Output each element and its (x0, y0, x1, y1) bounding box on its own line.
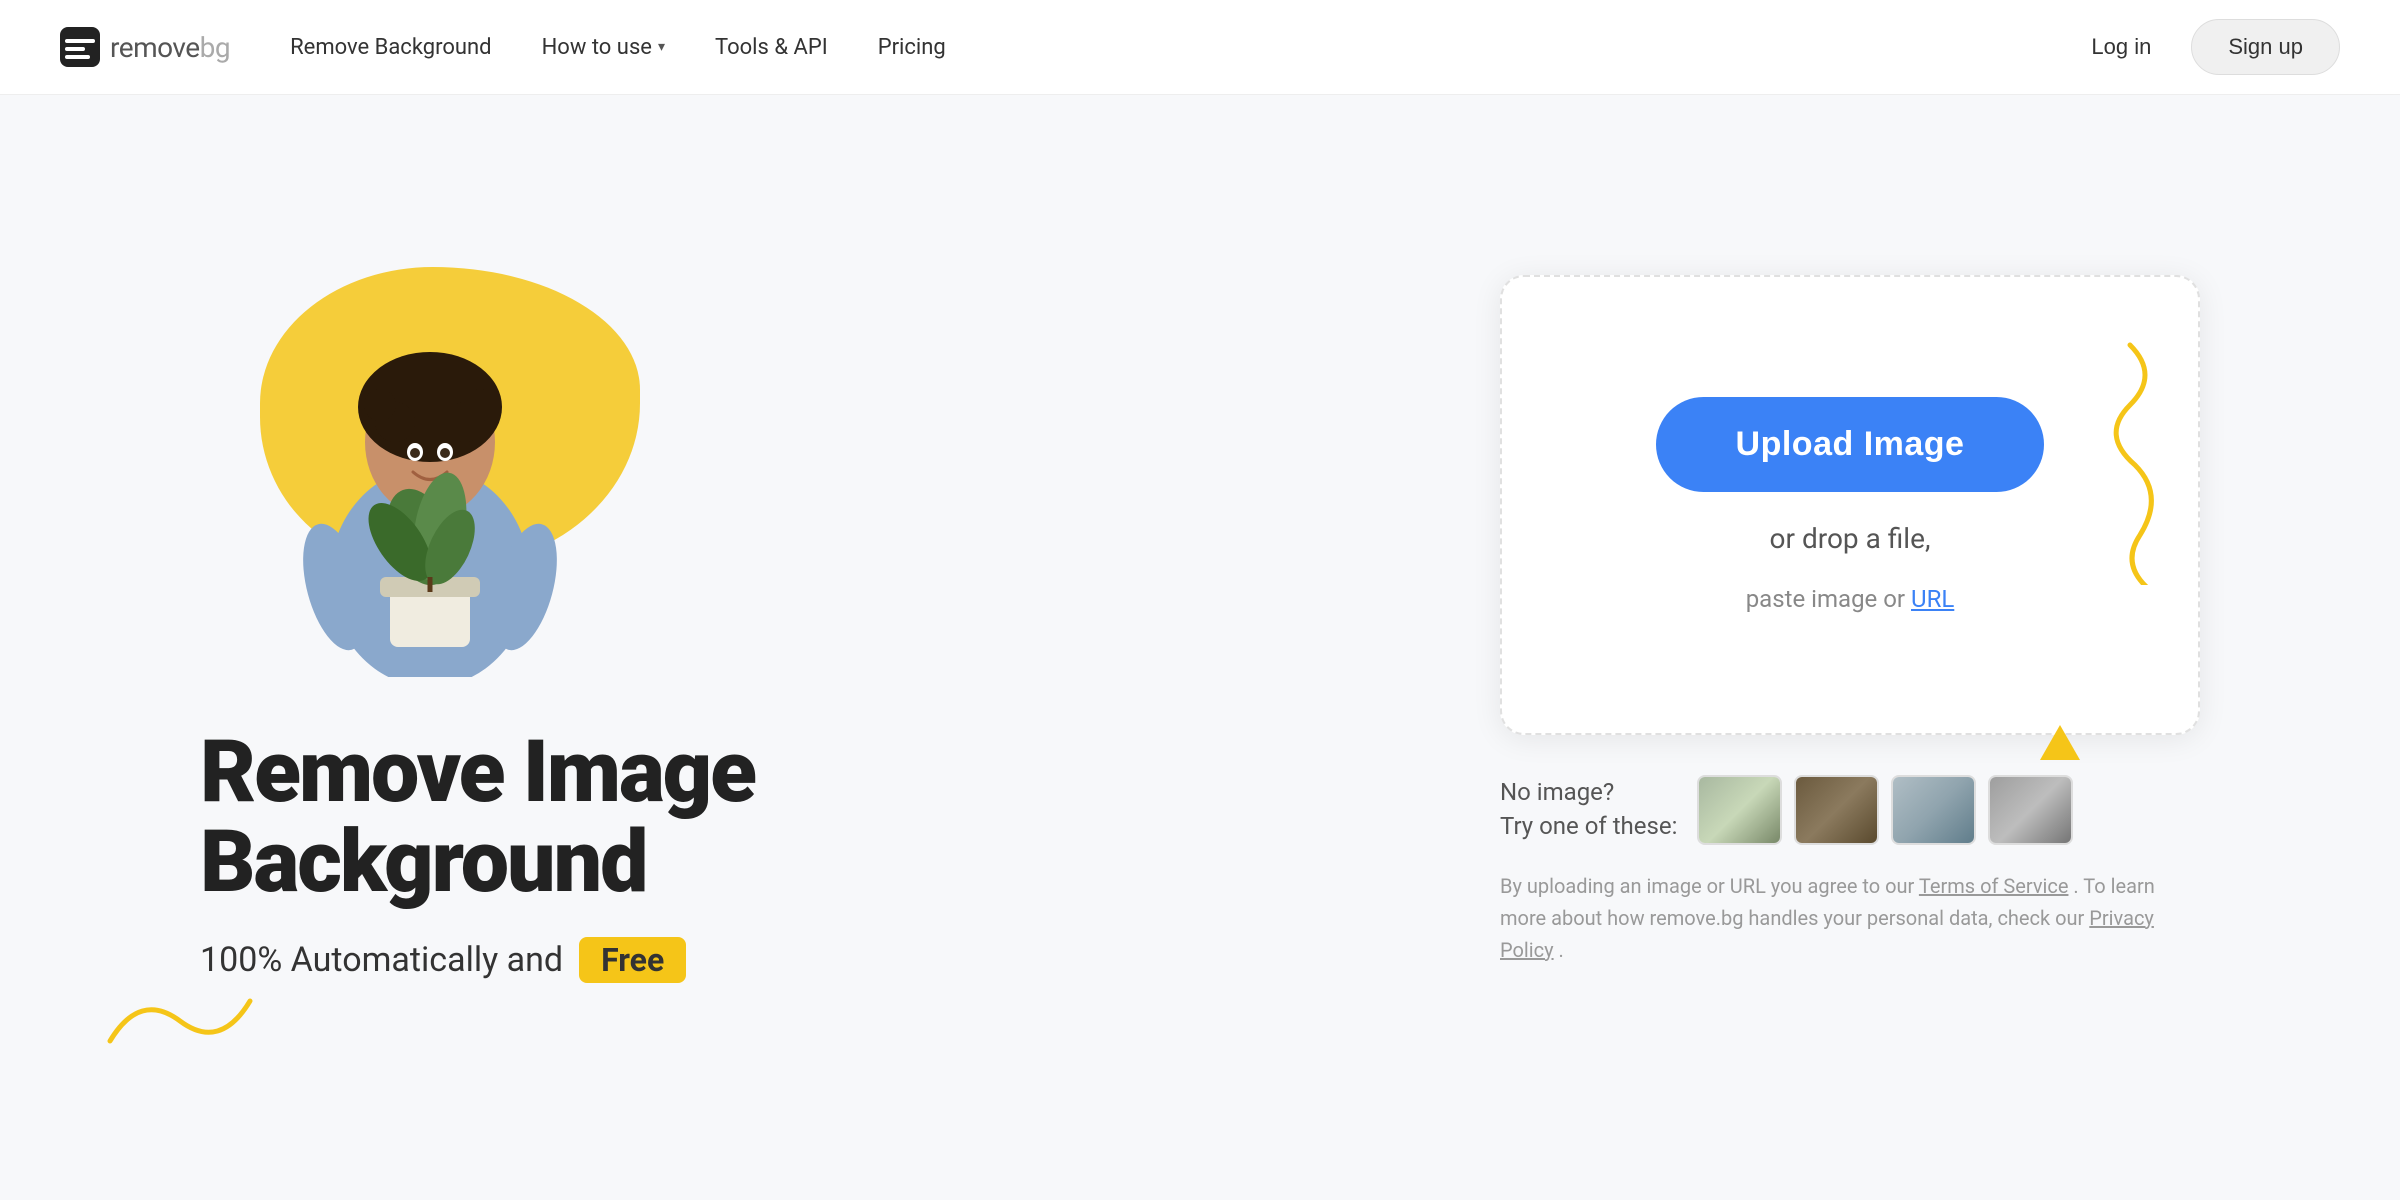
terms-of-service-link[interactable]: Terms of Service (1919, 874, 2069, 898)
url-link[interactable]: URL (1911, 585, 1954, 613)
hero-image-container (200, 257, 720, 677)
person-svg (280, 297, 580, 677)
hero-person-image (280, 297, 580, 677)
hero-heading: Remove Image Background (200, 727, 1400, 908)
nav-how-to-use[interactable]: How to use ▾ (542, 35, 665, 60)
sample-thumb-person[interactable] (1697, 775, 1782, 845)
chevron-down-icon: ▾ (658, 39, 665, 55)
legal-text: By uploading an image or URL you agree t… (1500, 870, 2200, 966)
logo[interactable]: removebg (60, 27, 230, 67)
logo-text: removebg (110, 31, 230, 64)
squiggle-svg-top (1990, 335, 2170, 585)
sample-thumb-car[interactable] (1891, 775, 1976, 845)
logo-icon (60, 27, 100, 67)
sample-thumb-animal[interactable] (1794, 775, 1879, 845)
triangle-decoration (2040, 725, 2080, 764)
squiggle-svg-bottom (100, 961, 260, 1081)
paste-text: paste image or URL (1746, 585, 1955, 613)
squiggle-decoration-top (1990, 335, 2170, 589)
nav-links: Remove Background How to use ▾ Tools & A… (290, 35, 2071, 60)
nav-auth: Log in Sign up (2071, 19, 2340, 75)
nav-pricing[interactable]: Pricing (878, 35, 946, 60)
sample-images-section: No image? Try one of these: (1500, 775, 2200, 845)
upload-image-button[interactable]: Upload Image (1656, 397, 2045, 492)
login-button[interactable]: Log in (2071, 24, 2171, 70)
main-content: Remove Image Background 100% Automatical… (0, 95, 2400, 1145)
hero-text: Remove Image Background 100% Automatical… (200, 727, 1400, 984)
drop-text: or drop a file, (1770, 522, 1931, 555)
navbar: removebg Remove Background How to use ▾ … (0, 0, 2400, 95)
hero-subtext: 100% Automatically and Free (200, 937, 1400, 983)
squiggle-decoration-bottom (100, 961, 260, 1085)
right-content: Upload Image or drop a file, paste image… (1500, 275, 2200, 966)
free-badge: Free (579, 937, 686, 983)
nav-remove-background[interactable]: Remove Background (290, 35, 492, 60)
sample-images-label: No image? Try one of these: (1500, 776, 1677, 843)
signup-button[interactable]: Sign up (2191, 19, 2340, 75)
sample-thumb-vehicle[interactable] (1988, 775, 2073, 845)
nav-tools-api[interactable]: Tools & API (715, 35, 828, 60)
sample-thumbnails (1697, 775, 2073, 845)
triangle-svg (2040, 725, 2080, 760)
left-content: Remove Image Background 100% Automatical… (200, 257, 1400, 984)
